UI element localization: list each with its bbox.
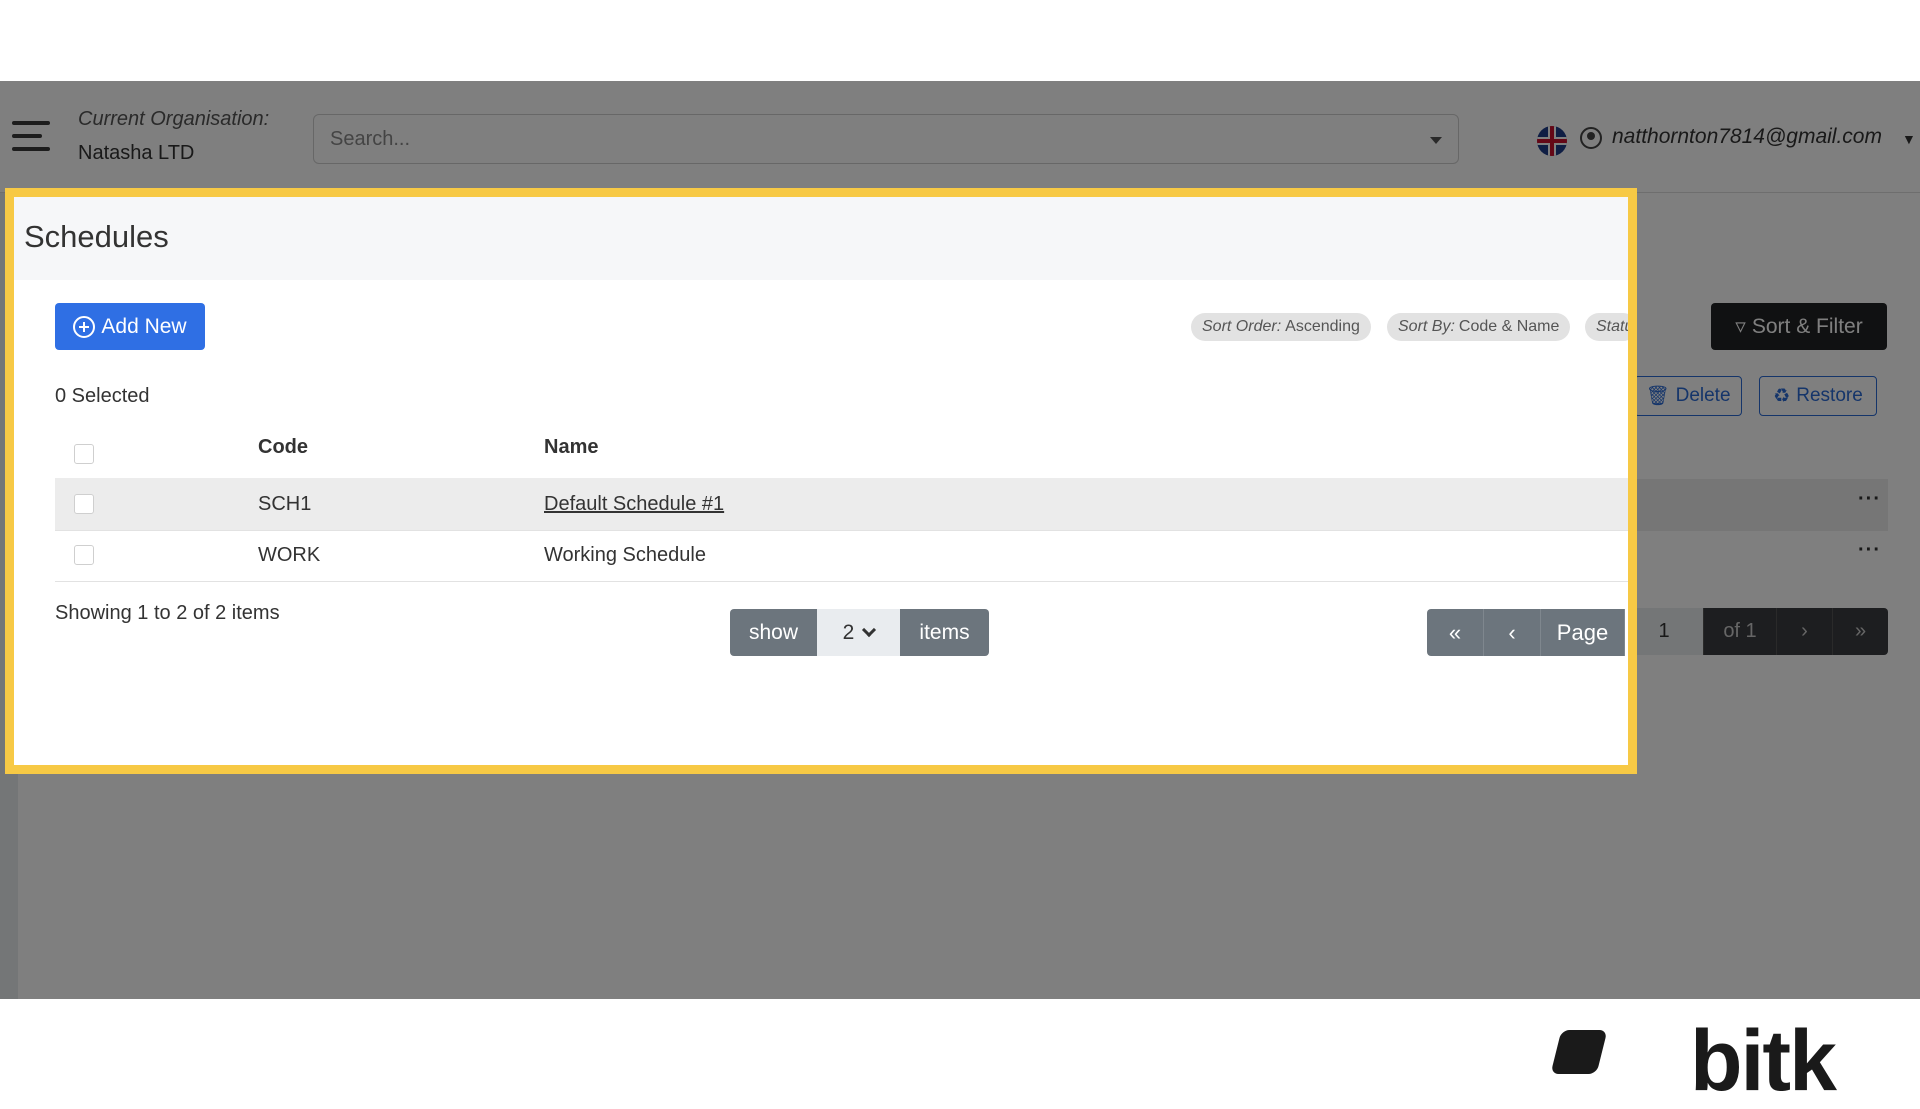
row-divider [55,530,1628,531]
filter-pill-key: Statu [1596,318,1634,335]
filter-pill-key: Sort By: [1398,318,1455,335]
column-header-code[interactable]: Code [258,436,308,459]
highlight-frame: Schedules Add New Sort Order: Ascending … [5,188,1637,774]
items-label: items [900,609,989,656]
page-size-group: show 2 items [730,609,989,656]
prev-page-button[interactable]: ‹ [1484,609,1541,656]
row-checkbox[interactable] [74,494,94,514]
row-divider [55,581,1628,582]
pagination: « ‹ Page [1427,609,1625,656]
brand-logo-mark [1550,1030,1608,1074]
filter-pill-value: Ascending [1285,318,1360,335]
row-checkbox[interactable] [74,545,94,565]
selected-count: 0 Selected [55,385,150,407]
cell-code: WORK [258,544,321,566]
first-page-button[interactable]: « [1427,609,1484,656]
column-header-name[interactable]: Name [544,436,598,459]
filter-pill-sort-by[interactable]: Sort By: Code & Name [1387,313,1571,341]
page-size-value: 2 [842,620,855,644]
page-label: Page [1541,609,1625,656]
show-label: show [730,609,817,656]
filter-pill-sort-order[interactable]: Sort Order: Ascending [1191,313,1371,341]
showing-count: Showing 1 to 2 of 2 items [55,602,280,624]
filter-pill-value: Code & Name [1458,318,1560,335]
plus-circle-icon [73,315,96,338]
add-new-label: Add New [101,314,187,338]
filter-pill-status[interactable]: Statu [1585,313,1634,341]
cell-name-link[interactable]: Default Schedule #1 [544,493,724,516]
chevron-down-icon [862,622,877,638]
select-all-checkbox[interactable] [74,444,94,464]
brand-logo-text: bitk [1690,1013,1837,1109]
cell-name: Working Schedule [544,544,706,566]
page-header: Schedules [14,197,1628,280]
filter-pill-key: Sort Order: [1202,318,1282,335]
page-title: Schedules [24,219,169,254]
page-size-select[interactable]: 2 [817,609,900,656]
add-new-button[interactable]: Add New [55,303,205,350]
cell-code: SCH1 [258,493,312,515]
